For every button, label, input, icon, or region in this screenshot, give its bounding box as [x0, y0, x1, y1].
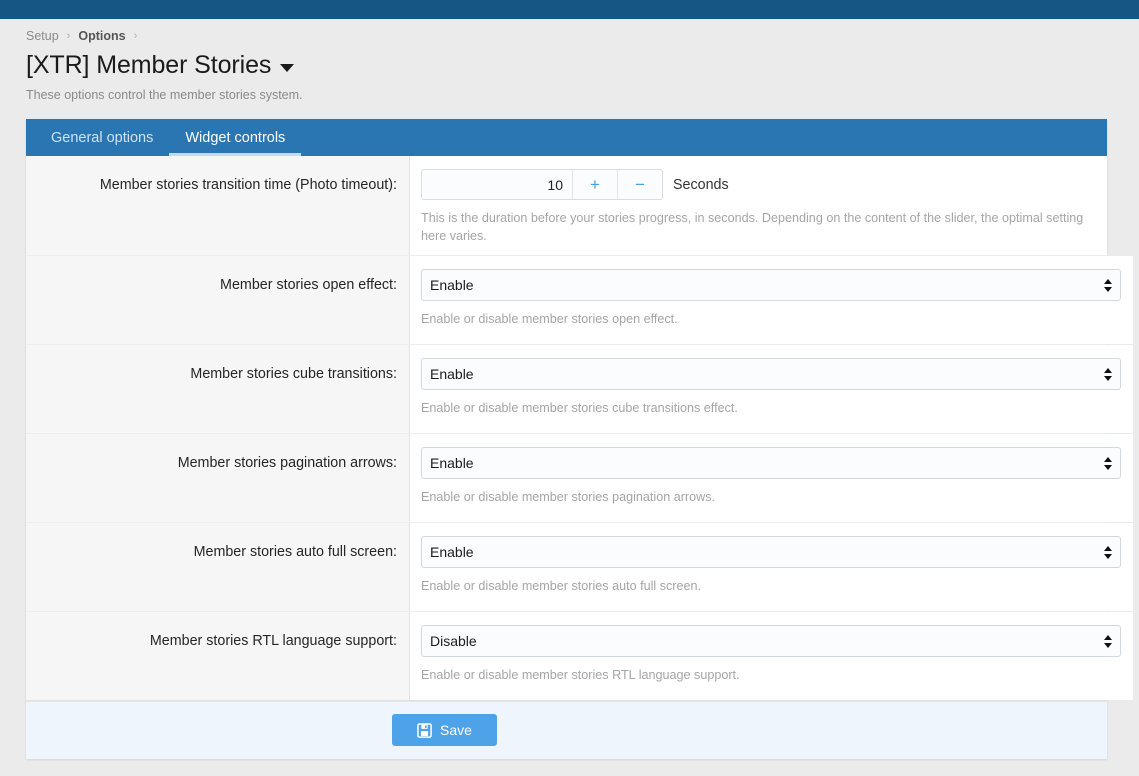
breadcrumb-item-setup[interactable]: Setup [26, 28, 59, 44]
select-wrapper: EnableDisable [421, 358, 1121, 390]
breadcrumb-item-options[interactable]: Options [78, 28, 125, 44]
auto-full-screen-select[interactable]: EnableDisable [421, 536, 1121, 568]
page-description: These options control the member stories… [0, 80, 1139, 103]
form-row-label: Member stories auto full screen: [26, 523, 410, 611]
options-form: Member stories transition time (Photo ti… [26, 156, 1107, 701]
form-row-help-text: Enable or disable member stories RTL lan… [421, 666, 1113, 684]
select-wrapper: EnableDisable [421, 536, 1121, 568]
form-row-label: Member stories cube transitions: [26, 345, 410, 433]
page-title: [XTR] Member Stories [26, 50, 271, 80]
stepper-group: + − [421, 169, 663, 200]
form-row-control: EnableDisable Enable or disable member s… [410, 523, 1133, 611]
form-row-control: EnableDisable Enable or disable member s… [410, 434, 1133, 522]
save-button-label: Save [440, 722, 472, 738]
form-row-help-text: Enable or disable member stories open ef… [421, 310, 1113, 328]
select-wrapper: EnableDisable [421, 447, 1121, 479]
number-stepper: + − Seconds [421, 169, 1095, 200]
decrement-button[interactable]: − [617, 170, 662, 199]
form-row-control: EnableDisable Enable or disable member s… [410, 345, 1133, 433]
form-row-cube-transitions: Member stories cube transitions: EnableD… [26, 345, 1107, 434]
save-button[interactable]: Save [392, 714, 497, 746]
select-wrapper: EnableDisable [421, 269, 1121, 301]
footer-spacer [26, 714, 392, 746]
form-row-control: EnableDisable Enable or disable member s… [410, 256, 1133, 344]
unit-label: Seconds [673, 177, 729, 193]
breadcrumb: Setup › Options › [0, 19, 1139, 44]
form-row-help-text: This is the duration before your stories… [421, 209, 1095, 245]
page-header: Setup › Options › [XTR] Member Stories T… [0, 19, 1139, 103]
form-row-label: Member stories RTL language support: [26, 612, 410, 700]
chevron-down-icon[interactable] [280, 64, 294, 72]
select-wrapper: EnableDisable [421, 625, 1121, 657]
cube-transitions-select[interactable]: EnableDisable [421, 358, 1121, 390]
form-row-help-text: Enable or disable member stories paginat… [421, 488, 1113, 506]
form-row-label: Member stories open effect: [26, 256, 410, 344]
form-footer: Save [26, 701, 1107, 759]
form-row-control: EnableDisable Enable or disable member s… [410, 612, 1133, 700]
increment-button[interactable]: + [572, 170, 617, 199]
rtl-language-support-select[interactable]: EnableDisable [421, 625, 1121, 657]
open-effect-select[interactable]: EnableDisable [421, 269, 1121, 301]
transition-time-input[interactable] [422, 170, 572, 199]
form-row-label: Member stories pagination arrows: [26, 434, 410, 522]
tab-bar: General options Widget controls [26, 119, 1107, 156]
form-row-help-text: Enable or disable member stories cube tr… [421, 399, 1113, 417]
form-row-transition-time: Member stories transition time (Photo ti… [26, 156, 1107, 256]
app-root: Setup › Options › [XTR] Member Stories T… [0, 0, 1139, 776]
form-row-control: + − Seconds This is the duration before … [410, 156, 1107, 255]
form-row-pagination-arrows: Member stories pagination arrows: Enable… [26, 434, 1107, 523]
tab-widget-controls[interactable]: Widget controls [169, 119, 301, 156]
pagination-arrows-select[interactable]: EnableDisable [421, 447, 1121, 479]
breadcrumb-separator: › [59, 28, 79, 44]
form-row-open-effect: Member stories open effect: EnableDisabl… [26, 256, 1107, 345]
form-row-auto-full-screen: Member stories auto full screen: EnableD… [26, 523, 1107, 612]
browser-top-chrome-bar [0, 0, 1139, 19]
options-card: General options Widget controls Member s… [26, 119, 1107, 759]
save-floppy-icon [417, 723, 432, 738]
form-row-label: Member stories transition time (Photo ti… [26, 156, 410, 255]
tab-label: Widget controls [185, 130, 285, 146]
form-row-rtl-language-support: Member stories RTL language support: Ena… [26, 612, 1107, 701]
breadcrumb-separator: › [126, 28, 146, 44]
form-row-help-text: Enable or disable member stories auto fu… [421, 577, 1113, 595]
tab-label: General options [51, 130, 153, 146]
page-title-row: [XTR] Member Stories [0, 44, 1139, 80]
tab-general-options[interactable]: General options [35, 119, 169, 156]
